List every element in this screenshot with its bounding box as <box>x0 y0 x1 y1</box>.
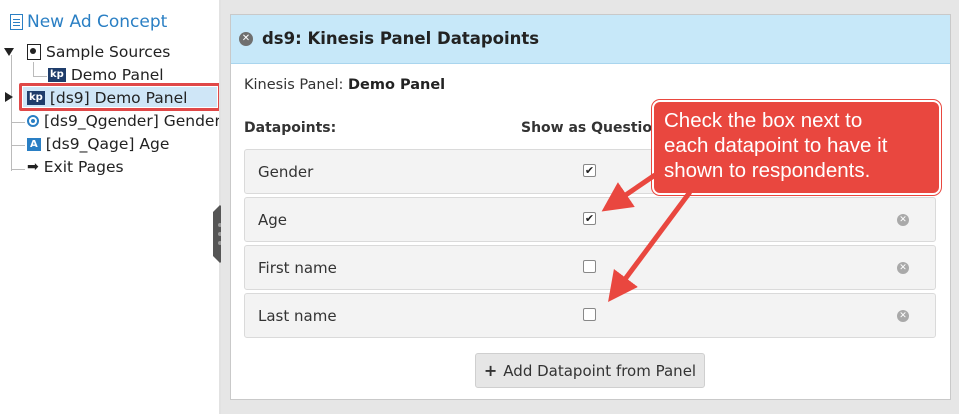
tree-root[interactable]: New Ad Concept <box>10 12 167 32</box>
tree-line <box>33 62 34 76</box>
document-icon <box>10 14 23 30</box>
add-datapoint-label: Add Datapoint from Panel <box>503 361 697 380</box>
callout-line: Check the box next to <box>664 109 863 132</box>
tree-line <box>33 76 47 77</box>
datapoint-label: Gender <box>258 163 314 181</box>
datapoints-panel: ✕ ds9: Kinesis Panel Datapoints Kinesis … <box>230 14 951 400</box>
tree-line <box>11 55 12 171</box>
text-question-icon: A <box>27 137 41 151</box>
exit-icon: ➡ <box>27 159 39 175</box>
datapoint-row: First name ✕ <box>244 245 936 290</box>
tree-node-label: [ds9_Qage] Age <box>45 135 170 153</box>
tree-node-ds9-demo-panel[interactable]: kp [ds9] Demo Panel <box>27 89 187 107</box>
tree-node-sample-sources[interactable]: Sample Sources <box>27 43 170 61</box>
close-icon[interactable]: ✕ <box>239 32 253 46</box>
tree-line <box>11 145 25 146</box>
panel-title: ds9: Kinesis Panel Datapoints <box>262 29 540 48</box>
kinesis-panel-icon: kp <box>48 68 66 82</box>
expand-arrow-icon[interactable] <box>4 48 14 56</box>
datapoints-header: Datapoints: <box>244 120 337 136</box>
callout-line: shown to respondents. <box>664 159 871 182</box>
tree-node-label: Exit Pages <box>43 158 124 176</box>
datapoint-label: Last name <box>258 307 337 325</box>
radio-question-icon <box>27 115 39 127</box>
datapoint-row: Last name ✕ <box>244 293 936 338</box>
tree-root-label: New Ad Concept <box>27 12 168 32</box>
kinesis-panel-label: Kinesis Panel: <box>244 77 344 93</box>
show-as-question-header: Show as Question <box>521 120 662 136</box>
add-datapoint-button[interactable]: + Add Datapoint from Panel <box>475 353 705 388</box>
remove-icon[interactable]: ✕ <box>897 214 909 226</box>
sample-sources-icon <box>27 44 41 60</box>
tree-panel: New Ad Concept Sample Sources kp Demo Pa… <box>0 0 221 414</box>
annotation-callout: Check the box next to each datapoint to … <box>652 100 941 195</box>
tree-node-label: Sample Sources <box>46 43 171 61</box>
kinesis-panel-line: Kinesis Panel: Demo Panel <box>244 77 445 93</box>
datapoint-label: First name <box>258 259 337 277</box>
tree-node-age[interactable]: A [ds9_Qage] Age <box>27 135 169 153</box>
datapoint-label: Age <box>258 211 288 229</box>
tree-node-label: [ds9_Qgender] Gender <box>44 112 221 130</box>
tree-line <box>11 122 25 123</box>
kinesis-panel-value: Demo Panel <box>348 77 446 93</box>
tree-node-demo-panel[interactable]: kp Demo Panel <box>48 66 164 84</box>
collapse-arrow-icon[interactable] <box>5 92 13 102</box>
show-question-checkbox[interactable] <box>583 260 596 273</box>
tree-node-gender[interactable]: [ds9_Qgender] Gender <box>27 112 221 130</box>
show-question-checkbox[interactable] <box>583 308 596 321</box>
content-area: ✕ ds9: Kinesis Panel Datapoints Kinesis … <box>221 0 959 414</box>
kinesis-panel-icon: kp <box>27 91 45 105</box>
show-question-checkbox[interactable]: ✔ <box>583 212 596 225</box>
tree-line <box>11 169 25 170</box>
panel-header: ✕ ds9: Kinesis Panel Datapoints <box>231 15 950 64</box>
tree-node-label: Demo Panel <box>70 66 164 84</box>
show-question-checkbox[interactable]: ✔ <box>583 164 596 177</box>
datapoint-row: Age ✔ ✕ <box>244 197 936 242</box>
tree-node-label: [ds9] Demo Panel <box>49 89 188 107</box>
remove-icon[interactable]: ✕ <box>897 310 909 322</box>
tree-node-exit-pages[interactable]: ➡ Exit Pages <box>27 158 124 176</box>
remove-icon[interactable]: ✕ <box>897 262 909 274</box>
callout-line: each datapoint to have it <box>664 134 888 157</box>
plus-icon: + <box>483 361 498 380</box>
